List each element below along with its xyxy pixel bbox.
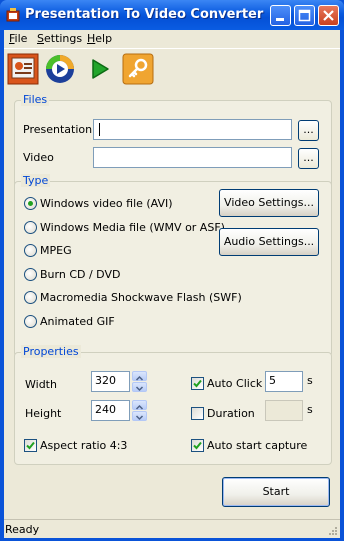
presentation-input[interactable] — [93, 119, 292, 140]
powerpoint-icon[interactable] — [7, 53, 39, 85]
type-radio-3[interactable] — [24, 267, 37, 281]
duration-unit: s — [307, 403, 313, 416]
type-panel-title: Type — [21, 174, 51, 187]
type-option-label: Windows Media file (WMV or ASF) — [40, 220, 225, 234]
files-panel-title: Files — [21, 93, 50, 106]
duration-label: Duration — [207, 407, 255, 420]
media-player-icon[interactable] — [44, 53, 76, 85]
checkmark-icon — [193, 441, 202, 450]
spin-up-icon — [135, 404, 144, 410]
video-input[interactable] — [93, 147, 292, 168]
checkmark-icon — [26, 441, 35, 450]
width-spinner[interactable] — [132, 371, 147, 392]
duration-checkbox[interactable] — [191, 407, 204, 420]
duration-input[interactable] — [265, 400, 303, 421]
toolbar — [4, 50, 340, 88]
type-radio-0[interactable] — [24, 197, 37, 210]
resize-grip-icon[interactable] — [328, 526, 338, 536]
auto-click-input[interactable]: 5 — [265, 371, 303, 392]
auto-start-checkbox[interactable] — [191, 439, 204, 452]
type-panel: Type Windows video file (AVI) Windows Med… — [14, 174, 332, 357]
menu-help[interactable]: Help — [87, 32, 112, 45]
auto-click-label: Auto Click — [207, 377, 263, 390]
window-title: Presentation To Video Converter — [25, 7, 264, 22]
type-option-label: Burn CD / DVD — [40, 267, 121, 281]
properties-panel-title: Properties — [21, 345, 81, 358]
radio-selected-dot — [28, 201, 33, 206]
width-input[interactable]: 320 — [91, 371, 130, 392]
menu-file-label: ile — [14, 32, 28, 45]
height-spinner[interactable] — [132, 400, 147, 421]
type-option-label: Animated GIF — [40, 315, 115, 328]
type-radio-4[interactable] — [24, 291, 37, 305]
auto-click-checkbox[interactable] — [191, 377, 204, 390]
client-area: File Settings Help Files Presentation ..… — [4, 30, 340, 538]
type-option-label: Windows video file (AVI) — [40, 197, 173, 210]
type-option-label: Macromedia Shockwave Flash (SWF) — [40, 291, 242, 305]
width-spin-down[interactable] — [132, 382, 147, 392]
checkmark-icon — [193, 379, 202, 388]
app-window: Presentation To Video Converter File Set… — [0, 0, 344, 541]
menu-settings-label: ettings — [43, 32, 83, 45]
type-option-label: MPEG — [40, 244, 72, 258]
aspect-ratio-label: Aspect ratio 4:3 — [40, 439, 128, 452]
video-settings-button[interactable]: Video Settings... — [219, 189, 319, 217]
status-bar: Ready — [4, 519, 340, 538]
start-button[interactable]: Start — [222, 477, 330, 507]
auto-start-label: Auto start capture — [207, 439, 308, 452]
type-radio-5[interactable] — [24, 315, 37, 328]
menu-bar: File Settings Help — [4, 30, 340, 49]
video-label: Video — [23, 151, 54, 164]
text-caret — [99, 123, 100, 136]
height-spin-up[interactable] — [132, 400, 147, 410]
properties-panel: Properties Width 320 Height 240 Aspect r… — [14, 345, 332, 465]
height-label: Height — [25, 407, 62, 420]
width-label: Width — [25, 378, 57, 391]
spin-down-icon — [135, 415, 144, 421]
width-spin-up[interactable] — [132, 371, 147, 381]
menu-settings[interactable]: Settings — [37, 32, 82, 45]
type-radio-1[interactable] — [24, 220, 37, 234]
play-icon[interactable] — [84, 53, 116, 85]
maximize-button[interactable] — [294, 5, 315, 26]
type-radio-2[interactable] — [24, 244, 37, 258]
minimize-button[interactable] — [270, 5, 291, 26]
spin-down-icon — [135, 386, 144, 392]
audio-settings-button[interactable]: Audio Settings... — [219, 228, 319, 256]
menu-help-label: elp — [95, 32, 113, 45]
height-input[interactable]: 240 — [91, 400, 130, 421]
minimize-icon — [276, 18, 284, 21]
close-icon — [323, 10, 334, 21]
close-button[interactable] — [318, 5, 339, 26]
video-browse-button[interactable]: ... — [298, 148, 319, 169]
menu-file[interactable]: File — [9, 32, 27, 45]
auto-click-unit: s — [307, 374, 313, 387]
menu-settings-mnemonic: S — [37, 32, 44, 45]
height-spin-down[interactable] — [132, 411, 147, 421]
presentation-browse-button[interactable]: ... — [298, 120, 319, 141]
aspect-ratio-checkbox[interactable] — [24, 439, 37, 452]
presentation-label: Presentation — [23, 123, 93, 136]
app-icon — [6, 8, 20, 22]
spin-up-icon — [135, 375, 144, 381]
status-text: Ready — [5, 523, 40, 536]
maximize-icon — [298, 9, 311, 22]
title-bar[interactable]: Presentation To Video Converter — [0, 0, 344, 30]
key-icon[interactable] — [122, 53, 154, 85]
